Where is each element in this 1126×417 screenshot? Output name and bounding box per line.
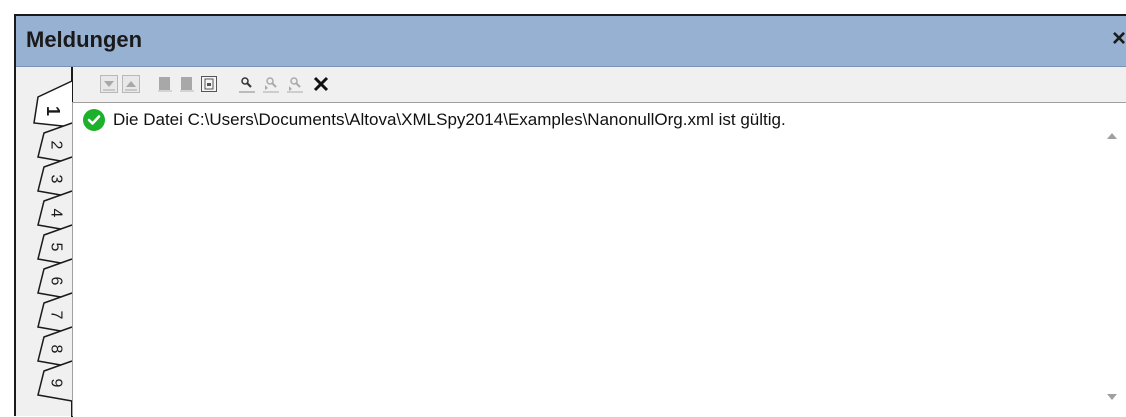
title-bar: Meldungen × [16, 16, 1126, 67]
tab-label: 3 [48, 175, 65, 184]
tab-2[interactable]: 2 [37, 122, 73, 164]
tab-label: 6 [48, 277, 65, 286]
tab-8[interactable]: 8 [37, 326, 73, 368]
tab-label: 1 [43, 106, 63, 116]
tab-label: 7 [48, 311, 65, 320]
tabs-graphic: 1 2 3 4 5 6 7 8 9 [33, 67, 73, 417]
messages-pane[interactable]: Die Datei C:\Users\Documents\Altova\XMLS… [72, 102, 1126, 416]
close-button[interactable]: × [1112, 25, 1126, 53]
output-tabs: 1 2 3 4 5 6 7 8 9 [16, 67, 74, 417]
find-icon[interactable] [238, 75, 256, 93]
find-next-icon[interactable] [286, 75, 304, 93]
tab-3[interactable]: 3 [37, 156, 73, 198]
copy-all-messages-icon[interactable] [178, 75, 196, 93]
tab-1[interactable]: 1 [33, 80, 73, 128]
tab-label: 5 [48, 243, 65, 252]
messages-window: Meldungen × 1 2 3 4 5 6 7 8 9 Die Datei C:\Users… [14, 14, 1126, 417]
tab-label: 4 [48, 209, 65, 218]
tab-label: 2 [48, 141, 65, 150]
copy-message-icon[interactable] [156, 75, 174, 93]
copy-all-icon[interactable] [200, 75, 218, 93]
window-title: Meldungen [26, 27, 143, 52]
message-text: Die Datei C:\Users\Documents\Altova\XMLS… [113, 110, 786, 129]
tab-label: 9 [48, 379, 65, 388]
tab-label: 8 [48, 345, 65, 354]
toolbar [74, 67, 1126, 103]
check-circle-icon [83, 109, 105, 131]
vertical-scrollbar[interactable] [1098, 103, 1126, 416]
tab-5[interactable]: 5 [37, 224, 73, 266]
scroll-down-arrow-icon[interactable] [1107, 394, 1117, 400]
clear-icon[interactable] [312, 75, 330, 93]
previous-message-icon[interactable] [122, 75, 140, 93]
tab-7[interactable]: 7 [37, 292, 73, 334]
tab-9[interactable]: 9 [37, 360, 73, 402]
next-message-icon[interactable] [100, 75, 118, 93]
find-previous-icon[interactable] [262, 75, 280, 93]
tab-6[interactable]: 6 [37, 258, 73, 300]
scroll-up-arrow-icon[interactable] [1107, 133, 1117, 139]
message-row[interactable]: Die Datei C:\Users\Documents\Altova\XMLS… [83, 109, 786, 131]
tab-4[interactable]: 4 [37, 190, 73, 232]
